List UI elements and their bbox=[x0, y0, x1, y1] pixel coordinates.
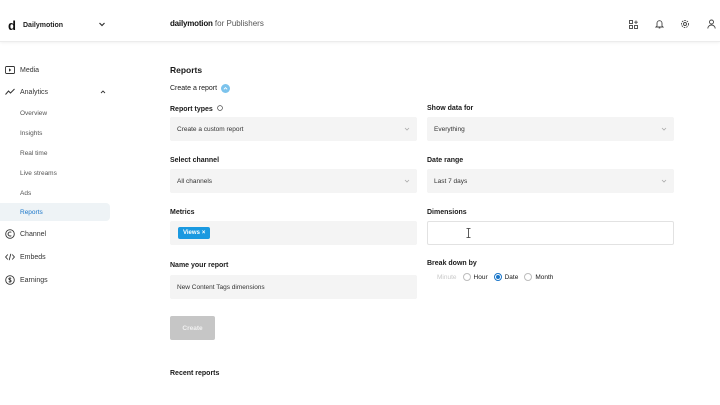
sidebar-subitem-real-time[interactable]: Real time bbox=[0, 144, 110, 162]
close-icon[interactable]: × bbox=[202, 230, 206, 236]
sidebar-subitem-label: Live streams bbox=[20, 169, 57, 177]
org-name: Dailymotion bbox=[23, 21, 64, 29]
channel-icon bbox=[5, 229, 15, 239]
sidebar-item-media[interactable]: Media bbox=[0, 61, 110, 79]
sidebar-subitem-label: Overview bbox=[20, 109, 48, 117]
chevron-down-icon bbox=[404, 127, 410, 131]
gear-icon[interactable] bbox=[680, 19, 690, 29]
sidebar-subitem-label: Real time bbox=[20, 149, 48, 157]
sidebar-subitem-ads[interactable]: Ads bbox=[0, 184, 110, 202]
show-data-for-value: Everything bbox=[434, 125, 465, 133]
name-report-label: Name your report bbox=[170, 262, 229, 269]
metrics-input[interactable]: Views × bbox=[170, 221, 417, 245]
break-down-radio-group: Minute Hour Date Month bbox=[437, 273, 559, 281]
radio-circle-selected[interactable] bbox=[493, 273, 502, 281]
metrics-label: Metrics bbox=[170, 209, 195, 216]
show-data-for-select[interactable]: Everything bbox=[427, 117, 674, 141]
sidebar-subitem-label: Ads bbox=[20, 189, 32, 197]
page-title: Reports bbox=[170, 65, 203, 75]
report-name-value: New Content Tags dimensions bbox=[177, 283, 265, 291]
user-icon[interactable] bbox=[706, 19, 716, 29]
create-button[interactable]: Create bbox=[170, 316, 215, 340]
radio-hour[interactable]: Hour bbox=[462, 273, 488, 281]
sidebar-item-label: Earnings bbox=[20, 276, 48, 284]
earnings-icon bbox=[5, 275, 15, 285]
date-range-select[interactable]: Last 7 days bbox=[427, 169, 674, 193]
radio-label: Minute bbox=[437, 273, 457, 281]
sidebar-subitem-insights[interactable]: Insights bbox=[0, 124, 110, 142]
analytics-icon bbox=[5, 87, 15, 97]
chevron-down-icon[interactable] bbox=[98, 20, 106, 28]
apps-icon[interactable] bbox=[628, 19, 638, 29]
radio-label: Month bbox=[535, 273, 554, 281]
sidebar-subitem-label: Reports bbox=[20, 208, 43, 216]
embeds-icon bbox=[5, 252, 15, 262]
sidebar-subitem-overview[interactable]: Overview bbox=[0, 104, 110, 122]
report-type-select[interactable]: Create a custom report bbox=[170, 117, 417, 141]
radio-label: Hour bbox=[473, 273, 488, 281]
metric-chip-label: Views bbox=[183, 230, 200, 236]
chevron-down-icon bbox=[404, 179, 410, 183]
report-types-label: Report types bbox=[170, 105, 223, 113]
radio-month[interactable]: Month bbox=[524, 273, 553, 281]
sidebar-item-label: Media bbox=[20, 66, 40, 74]
dailymotion-logo: d bbox=[8, 17, 16, 33]
radio-minute: Minute bbox=[437, 274, 457, 281]
brand-main: dailymotion bbox=[170, 19, 213, 28]
brand-sub: for Publishers bbox=[212, 19, 264, 28]
chevron-down-icon bbox=[661, 127, 667, 131]
radio-circle[interactable] bbox=[524, 273, 533, 281]
sidebar-subitem-reports[interactable]: Reports bbox=[0, 203, 110, 221]
top-bar: d Dailymotion dailymotion for Publishers bbox=[0, 0, 720, 42]
sidebar-item-earnings[interactable]: Earnings bbox=[0, 271, 110, 289]
show-data-for-label: Show data for bbox=[427, 105, 474, 112]
create-report-heading: Create a report bbox=[170, 84, 231, 93]
sidebar-subitem-label: Insights bbox=[20, 129, 43, 137]
date-range-label: Date range bbox=[427, 157, 464, 164]
create-report-label: Create a report bbox=[170, 85, 218, 92]
date-range-value: Last 7 days bbox=[434, 177, 468, 185]
report-type-value: Create a custom report bbox=[177, 125, 244, 133]
radio-circle[interactable] bbox=[462, 273, 471, 281]
metric-chip-views[interactable]: Views × bbox=[178, 227, 211, 239]
org-switcher[interactable]: d Dailymotion bbox=[8, 16, 63, 34]
sidebar-item-label: Analytics bbox=[20, 88, 49, 96]
sidebar-item-analytics[interactable]: Analytics bbox=[0, 83, 110, 101]
text-cursor-icon bbox=[466, 228, 471, 238]
report-name-input[interactable]: New Content Tags dimensions bbox=[170, 275, 417, 299]
sidebar-item-label: Embeds bbox=[20, 253, 46, 261]
radio-date[interactable]: Date bbox=[493, 273, 519, 281]
select-channel-label: Select channel bbox=[170, 157, 220, 164]
brand-title: dailymotion for Publishers bbox=[170, 19, 264, 28]
dimensions-input[interactable] bbox=[427, 221, 674, 245]
sidebar-subitem-live-streams[interactable]: Live streams bbox=[0, 164, 110, 182]
media-icon bbox=[5, 65, 15, 75]
sidebar-item-embeds[interactable]: Embeds bbox=[0, 248, 110, 266]
report-types-text: Report types bbox=[170, 106, 213, 113]
bell-icon[interactable] bbox=[654, 19, 664, 29]
info-icon[interactable] bbox=[216, 105, 223, 111]
recent-reports-heading: Recent reports bbox=[170, 370, 220, 377]
chevron-up-icon[interactable] bbox=[100, 89, 106, 95]
sidebar-item-label: Channel bbox=[20, 230, 47, 238]
dimensions-label: Dimensions bbox=[427, 209, 467, 216]
channel-select[interactable]: All channels bbox=[170, 169, 417, 193]
break-down-label: Break down by bbox=[427, 260, 477, 267]
channel-value: All channels bbox=[177, 177, 213, 185]
chevron-up-icon[interactable] bbox=[221, 84, 231, 93]
radio-label: Date bbox=[504, 273, 519, 281]
chevron-down-icon bbox=[661, 179, 667, 183]
sidebar-item-channel[interactable]: Channel bbox=[0, 225, 110, 243]
